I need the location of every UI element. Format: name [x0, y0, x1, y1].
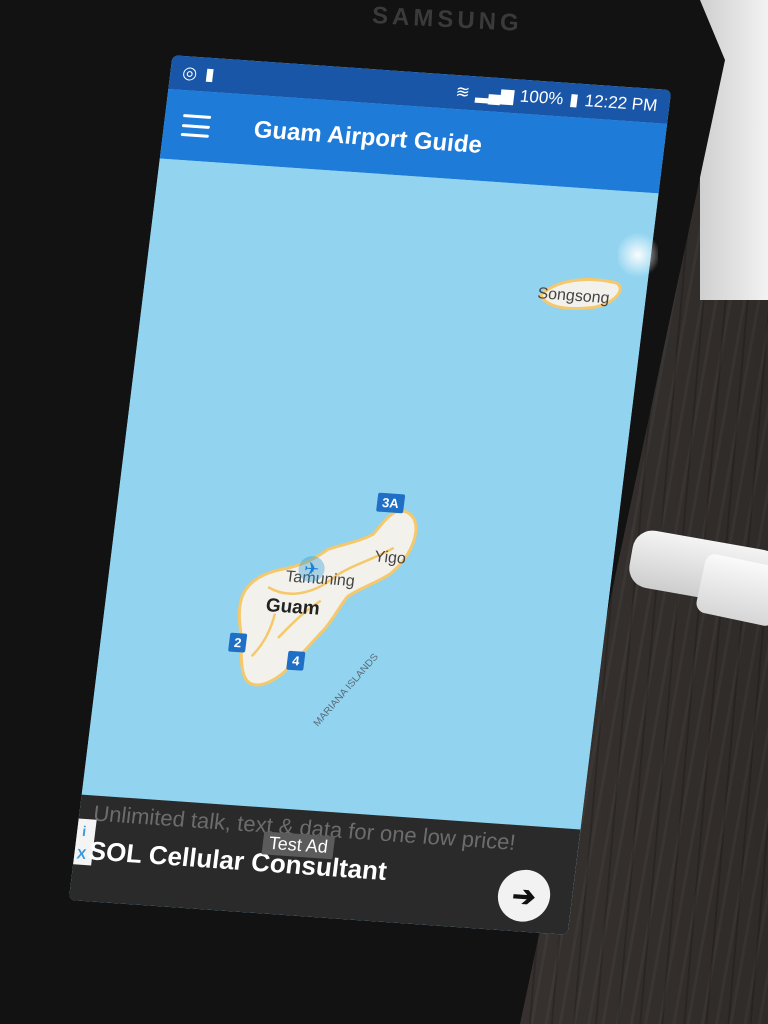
app-title: Guam Airport Guide [252, 116, 484, 159]
route-badge-2: 2 [228, 632, 248, 653]
ad-info-icon[interactable]: i [81, 822, 87, 838]
arrow-right-icon[interactable]: ➔ [494, 868, 554, 924]
label-guam: Guam [264, 595, 321, 620]
battery-icon: ▮ [568, 90, 580, 110]
map-shapes [237, 278, 622, 687]
wifi-icon: ≋ [454, 82, 472, 102]
ad-close-icon[interactable]: X [76, 845, 87, 862]
device-brand: SAMSUNG [371, 2, 524, 37]
test-ad-badge: Test Ad [261, 831, 336, 860]
hamburger-menu-icon[interactable] [180, 114, 212, 138]
phone-screen: ◎ ▮ ≋ ▂▄▆ 100% ▮ 12:22 PM Guam Airport G… [68, 55, 672, 935]
battery-saver-icon: ▮ [204, 64, 216, 85]
screen-glare [618, 230, 658, 280]
ad-title[interactable]: SOL Cellular Consultant [87, 835, 388, 887]
route-badge-4: 4 [286, 650, 306, 671]
label-yigo: Yigo [373, 548, 407, 568]
guam-island [237, 509, 418, 687]
map-view[interactable]: Songsong Yigo Tamuning Guam MARIANA ISLA… [81, 158, 659, 830]
sync-icon: ◎ [181, 62, 199, 83]
route-badge-3a: 3A [376, 492, 405, 514]
battery-percent: 100% [518, 86, 565, 109]
clock: 12:22 PM [583, 91, 659, 116]
signal-icon: ▂▄▆ [474, 83, 516, 106]
